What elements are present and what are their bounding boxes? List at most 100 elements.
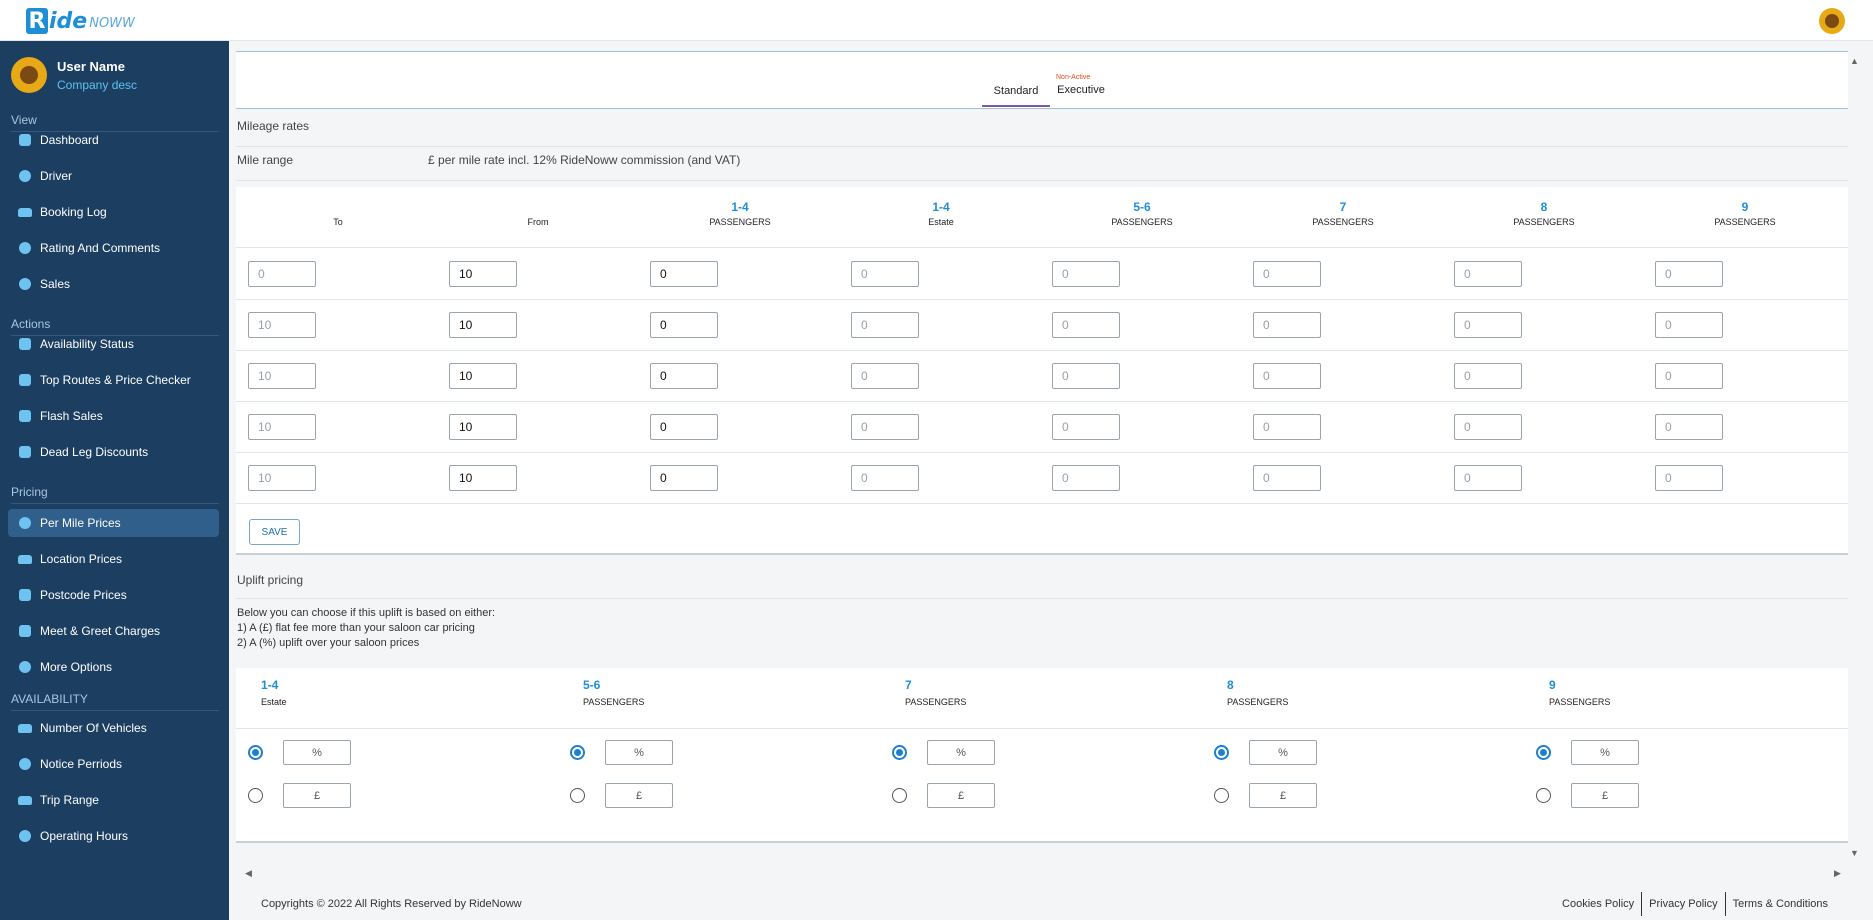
rate-input[interactable]: 0: [1052, 465, 1120, 491]
rate-input[interactable]: 10: [449, 363, 517, 389]
rate-input[interactable]: 10: [449, 261, 517, 287]
rate-input[interactable]: 0: [851, 261, 919, 287]
rate-input[interactable]: 0: [1052, 414, 1120, 440]
rate-input[interactable]: 0: [248, 261, 316, 287]
pound-input[interactable]: £: [1571, 783, 1639, 808]
percent-radio[interactable]: [248, 745, 263, 760]
rate-input[interactable]: 0: [1454, 363, 1522, 389]
pound-input[interactable]: £: [605, 783, 673, 808]
sidebar-item-availability-status[interactable]: Availability Status: [8, 330, 219, 358]
rate-input[interactable]: 10: [449, 465, 517, 491]
rate-input[interactable]: 0: [1253, 312, 1321, 338]
h-scroll-right-arrow[interactable]: ▶: [1834, 868, 1841, 879]
sidebar-item-dead-leg[interactable]: Dead Leg Discounts: [8, 438, 219, 466]
sidebar-item-label: Meet & Greet Charges: [40, 624, 161, 638]
sidebar-item-number-of-vehicles[interactable]: Number Of Vehicles: [8, 714, 219, 742]
sidebar-item-per-mile-prices[interactable]: Per Mile Prices: [8, 509, 219, 537]
mileage-rates-title: Mileage rates: [236, 113, 1848, 147]
sidebar-item-dashboard[interactable]: Dashboard: [8, 126, 219, 154]
rate-input[interactable]: 10: [248, 465, 316, 491]
percent-input[interactable]: %: [1249, 740, 1317, 765]
header-avatar[interactable]: [1819, 8, 1845, 34]
pound-radio[interactable]: [1214, 788, 1229, 803]
v-scroll-up-arrow[interactable]: ▲: [1850, 56, 1859, 66]
cookies-policy-link[interactable]: Cookies Policy: [1555, 892, 1641, 916]
percent-input[interactable]: %: [605, 740, 673, 765]
percent-radio[interactable]: [570, 745, 585, 760]
rate-input[interactable]: 0: [1253, 465, 1321, 491]
rate-input[interactable]: 0: [1052, 261, 1120, 287]
sidebar-item-rating[interactable]: Rating And Comments: [8, 234, 219, 262]
rate-input[interactable]: 0: [1655, 414, 1723, 440]
rate-input[interactable]: 0: [650, 363, 718, 389]
save-button[interactable]: SAVE: [249, 519, 300, 545]
pound-input[interactable]: £: [1249, 783, 1317, 808]
uplift-pricing-title: Uplift pricing: [236, 563, 1848, 599]
pound-radio[interactable]: [1536, 788, 1551, 803]
rate-input[interactable]: 0: [1655, 363, 1723, 389]
table-row: 10 10 0 0 0 0 0 0: [236, 402, 1848, 453]
tab-executive[interactable]: Executive: [1051, 84, 1111, 96]
user-profile[interactable]: User Name Company desc: [11, 57, 137, 93]
sidebar-item-operating-hours[interactable]: Operating Hours: [8, 822, 219, 850]
rate-input[interactable]: 0: [851, 312, 919, 338]
rate-input[interactable]: 0: [1454, 261, 1522, 287]
sidebar-item-trip-range[interactable]: Trip Range: [8, 786, 219, 814]
rate-input[interactable]: 0: [650, 312, 718, 338]
rate-input[interactable]: 0: [1454, 414, 1522, 440]
sidebar-item-driver[interactable]: Driver: [8, 162, 219, 190]
sidebar-item-label: Notice Perriods: [40, 757, 123, 771]
sidebar-item-sales[interactable]: Sales: [8, 270, 219, 298]
pound-radio[interactable]: [892, 788, 907, 803]
terms-link[interactable]: Terms & Conditions: [1726, 892, 1835, 916]
rate-input[interactable]: 0: [851, 465, 919, 491]
rate-input[interactable]: 0: [1253, 363, 1321, 389]
rate-input[interactable]: 0: [650, 465, 718, 491]
rate-input[interactable]: 0: [1253, 261, 1321, 287]
rate-input[interactable]: 10: [248, 414, 316, 440]
sidebar-item-top-routes[interactable]: Top Routes & Price Checker: [8, 366, 219, 394]
sidebar-item-meet-greet[interactable]: Meet & Greet Charges: [8, 617, 219, 645]
rate-input[interactable]: 0: [1655, 312, 1723, 338]
rate-input[interactable]: 0: [650, 414, 718, 440]
h-scroll-left-arrow[interactable]: ◀: [245, 868, 252, 879]
percent-radio[interactable]: [1214, 745, 1229, 760]
pound-radio[interactable]: [570, 788, 585, 803]
rate-input[interactable]: 10: [449, 312, 517, 338]
sidebar-item-label: Dashboard: [40, 133, 99, 147]
pound-input[interactable]: £: [283, 783, 351, 808]
sidebar-item-notice-periods[interactable]: Notice Perriods: [8, 750, 219, 778]
rate-input[interactable]: 0: [1253, 414, 1321, 440]
pound-input[interactable]: £: [927, 783, 995, 808]
sidebar-item-booking-log[interactable]: Booking Log: [8, 198, 219, 226]
sidebar-item-location-prices[interactable]: Location Prices: [8, 545, 219, 573]
rate-input[interactable]: 0: [650, 261, 718, 287]
percent-radio[interactable]: [892, 745, 907, 760]
rate-input[interactable]: 0: [1052, 312, 1120, 338]
rate-input[interactable]: 10: [248, 363, 316, 389]
sidebar-item-postcode-prices[interactable]: Postcode Prices: [8, 581, 219, 609]
percent-input[interactable]: %: [1571, 740, 1639, 765]
rate-input[interactable]: 10: [248, 312, 316, 338]
privacy-policy-link[interactable]: Privacy Policy: [1642, 892, 1724, 916]
rate-input[interactable]: 0: [851, 414, 919, 440]
rate-input[interactable]: 10: [449, 414, 517, 440]
sidebar-item-label: Flash Sales: [40, 409, 103, 423]
sidebar-item-more-options[interactable]: More Options: [8, 653, 219, 681]
percent-radio[interactable]: [1536, 745, 1551, 760]
ridenoww-logo[interactable]: R ide NOWW: [26, 8, 135, 34]
rate-input[interactable]: 0: [1454, 312, 1522, 338]
percent-input[interactable]: %: [283, 740, 351, 765]
mile-range-row: Mile range £ per mile rate incl. 12% Rid…: [236, 147, 1848, 181]
rate-input[interactable]: 0: [1454, 465, 1522, 491]
rate-input[interactable]: 0: [1655, 465, 1723, 491]
v-scroll-down-arrow[interactable]: ▼: [1850, 848, 1859, 858]
rate-input[interactable]: 0: [1655, 261, 1723, 287]
pound-radio[interactable]: [248, 788, 263, 803]
sidebar-item-label: Per Mile Prices: [40, 516, 121, 530]
rate-input[interactable]: 0: [1052, 363, 1120, 389]
tab-standard[interactable]: Standard: [982, 85, 1050, 107]
rate-input[interactable]: 0: [851, 363, 919, 389]
sidebar-item-flash-sales[interactable]: Flash Sales: [8, 402, 219, 430]
percent-input[interactable]: %: [927, 740, 995, 765]
